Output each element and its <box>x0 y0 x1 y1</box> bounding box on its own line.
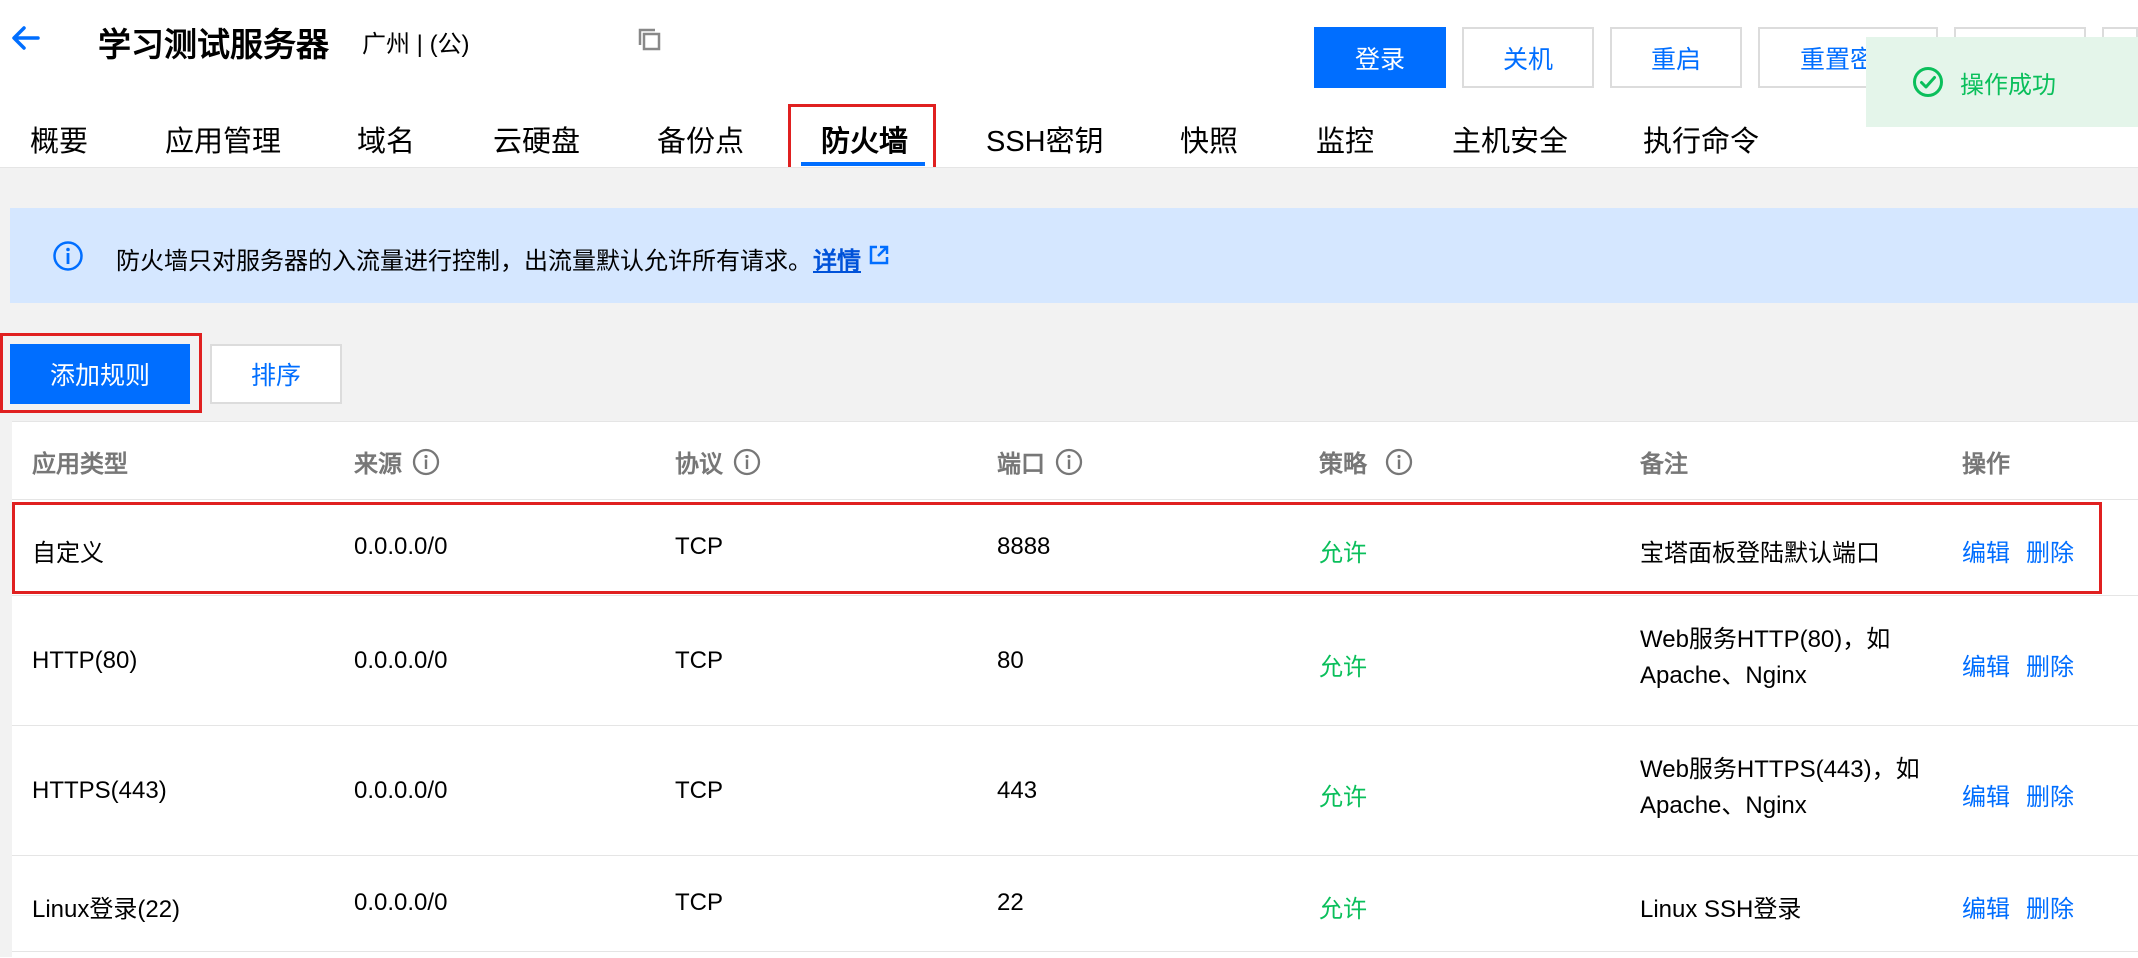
external-link-icon[interactable] <box>868 244 890 266</box>
cell-note: Web服务HTTP(80)，如Apache、Nginx <box>1640 626 1891 689</box>
server-title: 学习测试服务器 <box>98 26 329 63</box>
copy-icon[interactable] <box>637 27 663 53</box>
tab-backup[interactable]: 备份点 <box>657 118 744 160</box>
cell-port: 22 <box>997 889 1024 916</box>
delete-rule-link[interactable]: 删除 <box>2026 647 2074 682</box>
cell-policy: 允许 <box>1319 784 1367 811</box>
delete-rule-link[interactable]: 删除 <box>2026 777 2074 812</box>
column-header-operation: 操作 <box>1962 451 2010 478</box>
toast-text: 操作成功 <box>1960 71 2056 99</box>
login-button[interactable]: 登录 <box>1314 27 1446 88</box>
info-icon <box>53 241 83 271</box>
source-info-icon[interactable] <box>412 448 440 476</box>
tab-app-management[interactable]: 应用管理 <box>165 118 281 160</box>
header-divider <box>12 499 2138 500</box>
policy-info-icon[interactable] <box>1385 448 1413 476</box>
sort-button[interactable]: 排序 <box>210 344 342 404</box>
cell-protocol: TCP <box>675 777 723 804</box>
port-info-icon[interactable] <box>1055 448 1083 476</box>
row-divider <box>12 725 2138 726</box>
cell-app-type: HTTPS(443) <box>32 777 167 804</box>
shutdown-button[interactable]: 关机 <box>1462 27 1594 88</box>
cell-app-type: HTTP(80) <box>32 647 138 674</box>
success-toast: 操作成功 <box>1866 37 2138 127</box>
cell-source: 0.0.0.0/0 <box>354 647 448 674</box>
row-divider <box>12 855 2138 856</box>
tab-ssh-key[interactable]: SSH密钥 <box>986 118 1104 160</box>
cell-source: 0.0.0.0/0 <box>354 777 448 804</box>
tab-domain[interactable]: 域名 <box>357 118 415 160</box>
tab-snapshot[interactable]: 快照 <box>1180 118 1238 160</box>
tab-host-security[interactable]: 主机安全 <box>1452 118 1568 160</box>
cell-note: Linux SSH登录 <box>1640 896 1802 923</box>
column-header-protocol: 协议 <box>675 444 761 479</box>
tab-overview[interactable]: 概要 <box>30 118 88 160</box>
tab-monitor[interactable]: 监控 <box>1316 118 1374 160</box>
cell-app-type: Linux登录(22) <box>32 896 181 923</box>
delete-rule-link[interactable]: 删除 <box>2026 889 2074 924</box>
restart-button[interactable]: 重启 <box>1610 27 1742 88</box>
column-header-policy: 策略 <box>1319 444 1413 479</box>
edit-rule-link[interactable]: 编辑 <box>1962 889 2010 924</box>
tab-run-command[interactable]: 执行命令 <box>1643 118 1759 160</box>
check-circle-icon <box>1913 67 1943 97</box>
column-header-app-type: 应用类型 <box>32 451 128 478</box>
cell-policy: 允许 <box>1319 896 1367 923</box>
row-divider <box>12 951 2138 952</box>
row-divider <box>12 595 2138 596</box>
column-header-source: 来源 <box>354 444 440 479</box>
column-header-port: 端口 <box>997 444 1083 479</box>
notice-text: 防火墙只对服务器的入流量进行控制，出流量默认允许所有请求。 <box>116 248 812 275</box>
cell-port: 443 <box>997 777 1038 804</box>
cell-port: 80 <box>997 647 1024 674</box>
column-header-note: 备注 <box>1640 451 1688 478</box>
server-region: 广州 | (公) <box>362 31 470 58</box>
cell-protocol: TCP <box>675 889 723 916</box>
back-arrow-icon[interactable] <box>10 22 42 54</box>
cell-note: Web服务HTTPS(443)，如Apache、Nginx <box>1640 756 1920 819</box>
tab-cloud-disk[interactable]: 云硬盘 <box>493 118 580 160</box>
row-highlight-box <box>12 502 2102 594</box>
edit-rule-link[interactable]: 编辑 <box>1962 777 2010 812</box>
cell-source: 0.0.0.0/0 <box>354 889 448 916</box>
cell-protocol: TCP <box>675 647 723 674</box>
edit-rule-link[interactable]: 编辑 <box>1962 647 2010 682</box>
protocol-info-icon[interactable] <box>733 448 761 476</box>
details-link[interactable]: 详情 <box>813 241 861 276</box>
add-rule-highlight-box <box>0 333 202 413</box>
cell-policy: 允许 <box>1319 654 1367 681</box>
